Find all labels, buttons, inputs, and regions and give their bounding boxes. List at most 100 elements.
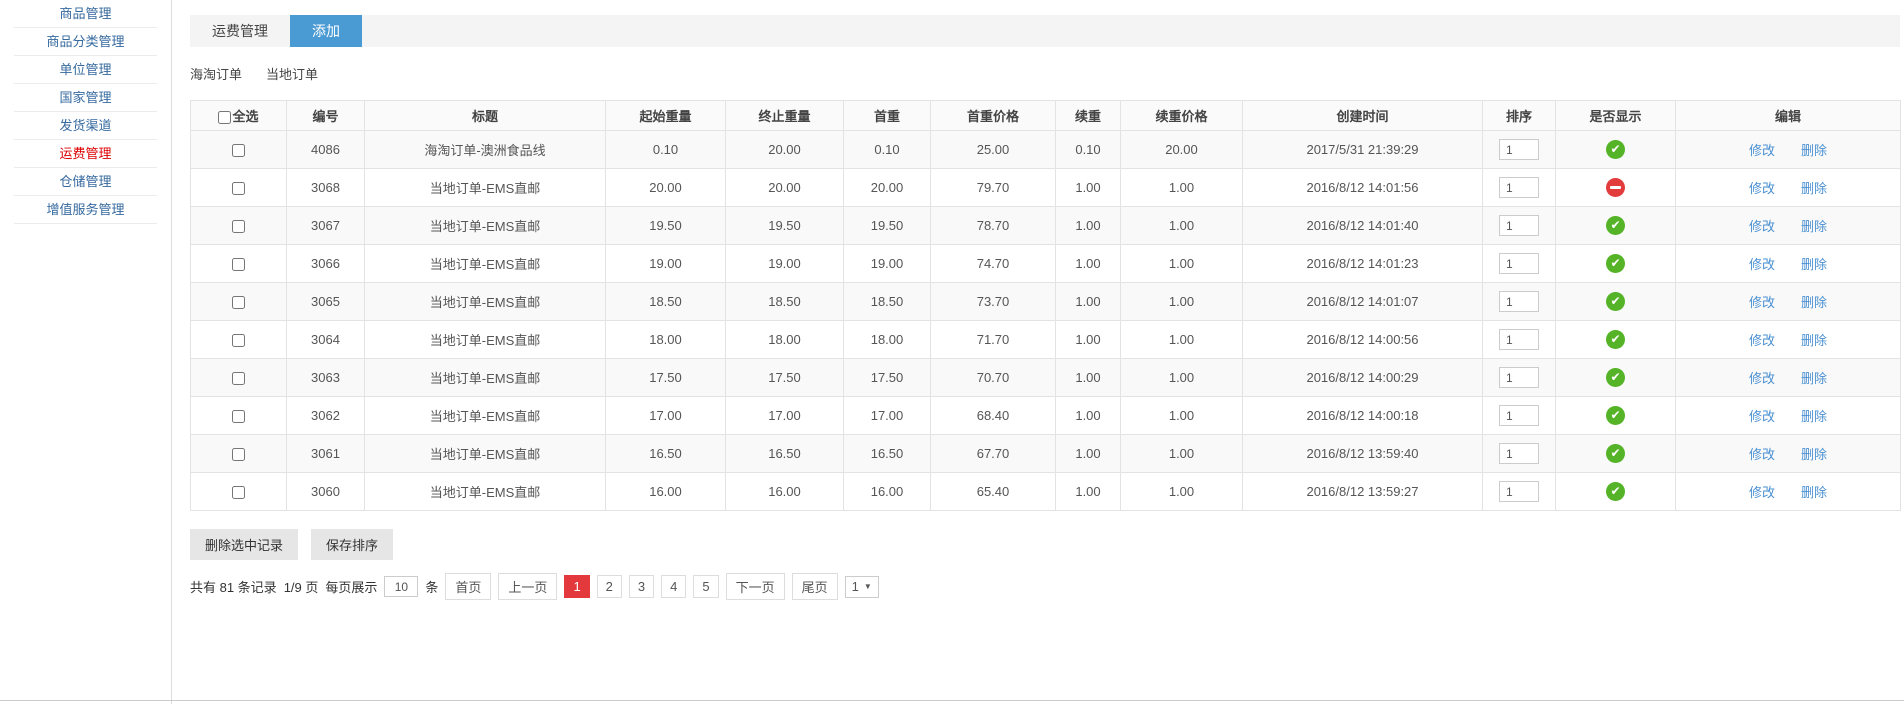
status-visible-icon[interactable] xyxy=(1606,368,1625,387)
status-visible-icon[interactable] xyxy=(1606,444,1625,463)
cell-visible xyxy=(1555,130,1676,169)
row-checkbox[interactable] xyxy=(231,258,245,272)
delete-link[interactable]: 删除 xyxy=(1801,295,1827,310)
sort-input[interactable] xyxy=(1499,329,1539,350)
status-visible-icon[interactable] xyxy=(1606,406,1625,425)
first-page-button[interactable]: 首页 xyxy=(445,573,492,600)
page-number-1[interactable]: 1 xyxy=(564,575,590,598)
delete-selected-button[interactable]: 删除选中记录 xyxy=(190,529,299,560)
page-jump-value: 1 xyxy=(851,579,859,594)
cell-first-price: 65.40 xyxy=(930,472,1056,511)
status-visible-icon[interactable] xyxy=(1606,254,1625,273)
modify-link[interactable]: 修改 xyxy=(1749,409,1775,424)
page-jump-select[interactable]: 1 ▼ xyxy=(844,575,879,598)
chevron-down-icon: ▼ xyxy=(863,582,872,591)
modify-link[interactable]: 修改 xyxy=(1749,447,1775,462)
cell-additional-price: 1.00 xyxy=(1120,244,1243,283)
delete-link[interactable]: 删除 xyxy=(1801,485,1827,500)
modify-link[interactable]: 修改 xyxy=(1749,257,1775,272)
status-visible-icon[interactable] xyxy=(1606,292,1625,311)
sidebar: 商品管理 商品分类管理 单位管理 国家管理 发货渠道 运费管理 仓储管理 增值服务管理 xyxy=(0,0,172,704)
page-number-3[interactable]: 3 xyxy=(628,575,655,598)
sort-input[interactable] xyxy=(1499,253,1539,274)
modify-link[interactable]: 修改 xyxy=(1749,371,1775,386)
modify-link[interactable]: 修改 xyxy=(1749,295,1775,310)
per-page-input[interactable] xyxy=(384,576,419,597)
row-checkbox[interactable] xyxy=(231,144,245,158)
sort-input[interactable] xyxy=(1499,367,1539,388)
cell-edit: 修改 删除 xyxy=(1675,396,1901,435)
sort-input[interactable] xyxy=(1499,177,1539,198)
cell-first-price: 68.40 xyxy=(930,396,1056,435)
cell-additional-weight: 0.10 xyxy=(1055,130,1121,169)
row-checkbox[interactable] xyxy=(231,410,245,424)
cell-first-price: 78.70 xyxy=(930,206,1056,245)
prev-page-button[interactable]: 上一页 xyxy=(498,573,558,600)
sidebar-item-6[interactable]: 仓储管理 xyxy=(14,168,157,196)
delete-link[interactable]: 删除 xyxy=(1801,409,1827,424)
modify-link[interactable]: 修改 xyxy=(1749,485,1775,500)
cell-edit: 修改 删除 xyxy=(1675,206,1901,245)
cell-first-price: 25.00 xyxy=(930,130,1056,169)
tab-1[interactable]: 添加 xyxy=(290,15,362,47)
sidebar-item-4[interactable]: 发货渠道 xyxy=(14,112,157,140)
status-visible-icon[interactable] xyxy=(1606,330,1625,349)
select-all-checkbox[interactable] xyxy=(218,111,232,125)
row-checkbox[interactable] xyxy=(231,220,245,234)
sort-input[interactable] xyxy=(1499,405,1539,426)
row-checkbox[interactable] xyxy=(231,372,245,386)
status-hidden-icon[interactable] xyxy=(1606,178,1625,197)
subnav-link-1[interactable]: 当地订单 xyxy=(266,64,318,83)
page-number-4[interactable]: 4 xyxy=(661,575,687,598)
delete-link[interactable]: 删除 xyxy=(1801,257,1827,272)
row-checkbox[interactable] xyxy=(231,334,245,348)
sort-input[interactable] xyxy=(1499,139,1539,160)
header-sort: 排序 xyxy=(1482,100,1556,131)
cell-visible xyxy=(1555,244,1676,283)
cell-sort xyxy=(1482,396,1556,435)
page-numbers: 12345 xyxy=(564,575,719,598)
row-checkbox[interactable] xyxy=(231,182,245,196)
delete-link[interactable]: 删除 xyxy=(1801,143,1827,158)
modify-link[interactable]: 修改 xyxy=(1749,219,1775,234)
delete-link[interactable]: 删除 xyxy=(1801,219,1827,234)
row-checkbox[interactable] xyxy=(231,448,245,462)
delete-link[interactable]: 删除 xyxy=(1801,333,1827,348)
modify-link[interactable]: 修改 xyxy=(1749,333,1775,348)
cell-end-weight: 18.50 xyxy=(725,282,844,321)
save-sort-button[interactable]: 保存排序 xyxy=(311,529,394,560)
cell-edit: 修改 删除 xyxy=(1675,244,1901,283)
sidebar-item-1[interactable]: 商品分类管理 xyxy=(14,28,157,56)
sidebar-item-2[interactable]: 单位管理 xyxy=(14,56,157,84)
next-page-button[interactable]: 下一页 xyxy=(725,573,785,600)
sidebar-item-5[interactable]: 运费管理 xyxy=(14,140,157,168)
cell-first-price: 74.70 xyxy=(930,244,1056,283)
cell-sort xyxy=(1482,320,1556,359)
sidebar-item-7[interactable]: 增值服务管理 xyxy=(14,196,157,224)
page-number-2[interactable]: 2 xyxy=(596,575,622,598)
subnav-link-0[interactable]: 海淘订单 xyxy=(190,64,242,83)
delete-link[interactable]: 删除 xyxy=(1801,181,1827,196)
cell-visible xyxy=(1555,168,1676,207)
sidebar-item-0[interactable]: 商品管理 xyxy=(14,0,157,28)
sort-input[interactable] xyxy=(1499,291,1539,312)
status-visible-icon[interactable] xyxy=(1606,482,1625,501)
modify-link[interactable]: 修改 xyxy=(1749,143,1775,158)
pagination-summary: 共有 81 条记录 xyxy=(190,580,277,595)
sidebar-item-3[interactable]: 国家管理 xyxy=(14,84,157,112)
cell-first-weight: 17.00 xyxy=(843,396,931,435)
select-all-label: 全选 xyxy=(232,109,259,124)
sort-input[interactable] xyxy=(1499,481,1539,502)
page-number-5[interactable]: 5 xyxy=(693,575,719,598)
row-checkbox[interactable] xyxy=(231,296,245,310)
last-page-button[interactable]: 尾页 xyxy=(791,573,838,600)
modify-link[interactable]: 修改 xyxy=(1749,181,1775,196)
status-visible-icon[interactable] xyxy=(1606,216,1625,235)
tab-0[interactable]: 运费管理 xyxy=(190,15,290,47)
delete-link[interactable]: 删除 xyxy=(1801,371,1827,386)
status-visible-icon[interactable] xyxy=(1606,140,1625,159)
delete-link[interactable]: 删除 xyxy=(1801,447,1827,462)
sort-input[interactable] xyxy=(1499,443,1539,464)
row-checkbox[interactable] xyxy=(231,486,245,500)
sort-input[interactable] xyxy=(1499,215,1539,236)
